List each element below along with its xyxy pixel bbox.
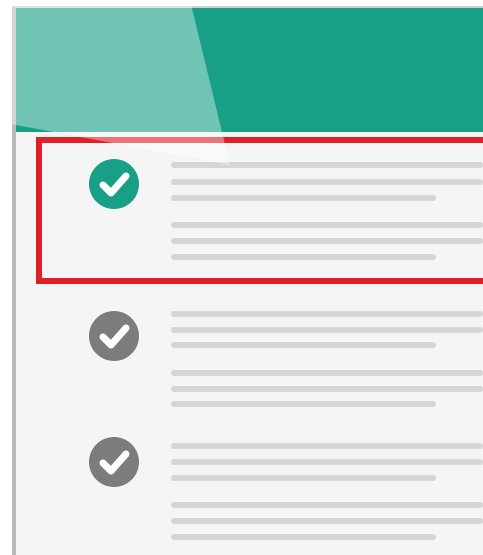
placeholder-line [171,534,436,540]
placeholder-line [171,342,436,348]
placeholder-line [171,401,436,407]
placeholder-line [171,311,483,317]
check-circle-icon [89,437,139,487]
check-circle-icon [89,311,139,361]
placeholder-line [171,502,483,508]
placeholder-line [171,370,483,376]
placeholder-line [171,327,483,333]
header-bar [16,8,483,132]
placeholder-line [171,459,483,465]
placeholder-line [171,443,483,449]
placeholder-line [171,386,483,392]
highlight-frame [36,137,483,284]
placeholder-line [171,518,483,524]
placeholder-line [171,475,436,481]
illustration-stage [0,0,483,555]
